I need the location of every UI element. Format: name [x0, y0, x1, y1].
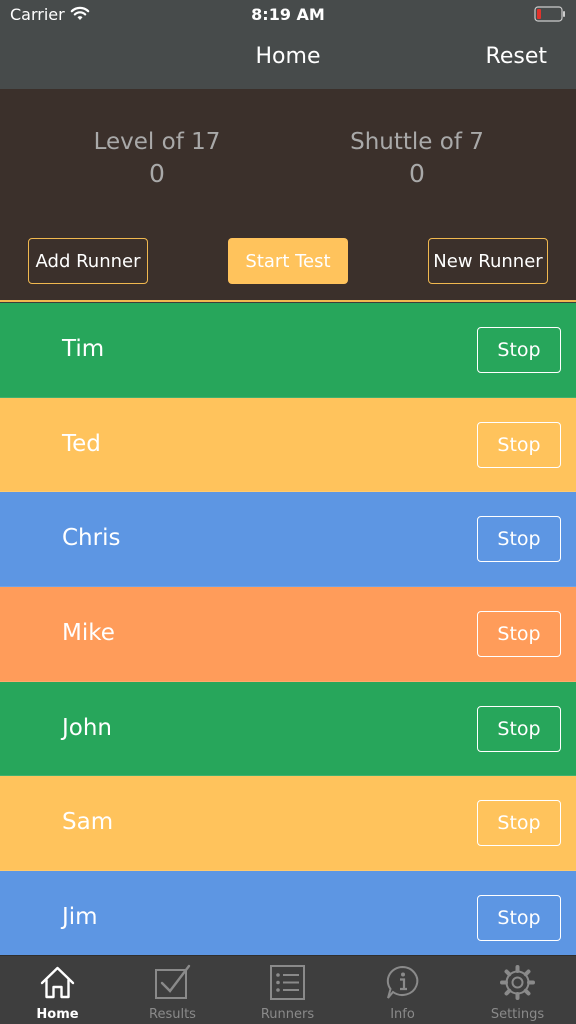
tab-label: Runners	[260, 1007, 315, 1022]
stop-button[interactable]: Stop	[477, 327, 561, 373]
tab-info[interactable]: Info	[345, 956, 460, 1024]
clock: 8:19 AM	[251, 5, 325, 24]
runner-name: John	[62, 714, 113, 741]
tab-label: Home	[36, 1007, 79, 1022]
stop-button[interactable]: Stop	[477, 800, 561, 847]
level-label: Level of 17	[93, 129, 221, 155]
start-test-button[interactable]: Start Test	[228, 238, 348, 284]
runner-list: Tim Stop Ted Stop Chris Stop Mike Stop J…	[0, 303, 576, 955]
shuttle-label: Shuttle of 7	[350, 129, 484, 155]
tab-settings[interactable]: Settings	[460, 956, 575, 1024]
level-stat: Level of 17 0	[47, 129, 267, 188]
runner-row: Tim Stop	[0, 303, 576, 398]
info-icon	[386, 965, 419, 999]
shuttle-value: 0	[409, 159, 425, 188]
stop-button[interactable]: Stop	[477, 611, 561, 658]
tab-home[interactable]: Home	[0, 956, 115, 1024]
runner-name: Chris	[62, 525, 121, 552]
stop-button[interactable]: Stop	[477, 421, 561, 468]
runner-row: Jim Stop	[0, 871, 576, 955]
reset-button[interactable]: Reset	[486, 44, 547, 69]
test-panel: Level of 17 0 Shuttle of 7 0 Add Runner …	[0, 89, 576, 302]
runner-row: John Stop	[0, 681, 576, 777]
add-runner-button[interactable]: Add Runner	[28, 238, 148, 284]
status-bar: Carrier 8:19 AM	[0, 0, 576, 30]
stop-button[interactable]: Stop	[477, 705, 561, 752]
home-icon	[40, 966, 75, 999]
runner-row: Mike Stop	[0, 587, 576, 682]
list-icon	[270, 965, 305, 1000]
runner-name: Tim	[62, 336, 105, 362]
new-runner-button[interactable]: New Runner	[428, 238, 548, 284]
battery-icon	[534, 6, 566, 22]
tab-label: Info	[390, 1007, 415, 1022]
tab-label: Results	[149, 1007, 196, 1022]
tab-bar: Home Results Runners Info Settings	[0, 955, 576, 1024]
tab-label: Settings	[490, 1007, 545, 1022]
tab-runners[interactable]: Runners	[230, 956, 345, 1024]
tab-results[interactable]: Results	[115, 956, 230, 1024]
runner-row: Chris Stop	[0, 492, 576, 588]
top-bar: Carrier 8:19 AM Home Reset	[0, 0, 576, 89]
runner-row: Sam Stop	[0, 776, 576, 872]
gear-icon	[500, 965, 535, 1000]
runner-name: Ted	[62, 430, 101, 457]
stop-button[interactable]: Stop	[477, 895, 561, 942]
runner-row: Ted Stop	[0, 397, 576, 493]
level-value: 0	[149, 159, 165, 188]
checklist-icon	[155, 964, 191, 999]
stop-button[interactable]: Stop	[477, 516, 561, 563]
runner-name: Mike	[62, 620, 115, 647]
runner-name: Sam	[62, 809, 114, 836]
runner-name: Jim	[62, 904, 98, 931]
shuttle-stat: Shuttle of 7 0	[307, 129, 527, 188]
